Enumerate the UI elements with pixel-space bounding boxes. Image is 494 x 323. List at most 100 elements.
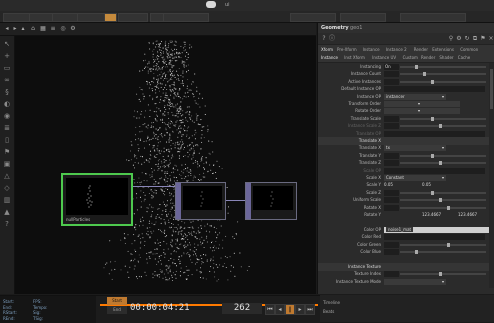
param-slider[interactable]	[400, 272, 486, 277]
close-icon[interactable]: ×	[488, 36, 494, 42]
param-value-field[interactable]	[384, 249, 399, 255]
param-tab[interactable]: Inst Xform	[344, 54, 365, 61]
help-icon[interactable]: ?	[321, 36, 327, 42]
menu-item-6[interactable]	[118, 13, 148, 22]
slider-knob[interactable]	[431, 190, 434, 195]
flag-icon[interactable]: ⚑	[480, 36, 486, 42]
grid-icon[interactable]: ▦	[40, 26, 46, 32]
slider-knob[interactable]	[447, 242, 450, 247]
param-value-z[interactable]	[458, 182, 488, 188]
param-dropdown[interactable]: instancer ▾	[384, 93, 446, 100]
add-op-icon[interactable]: +	[3, 52, 11, 60]
slider-knob[interactable]	[431, 116, 434, 121]
param-value-field[interactable]	[384, 271, 399, 278]
param-tab[interactable]: Instance	[321, 54, 338, 61]
param-dropdown[interactable]: Constant ▾	[384, 175, 446, 181]
start-button[interactable]: Start	[107, 297, 127, 305]
menu-item-1[interactable]	[3, 13, 31, 22]
slider-knob[interactable]	[415, 65, 418, 69]
param-value-field[interactable]	[384, 115, 399, 122]
node-icon[interactable]: ◇	[3, 184, 11, 192]
refresh-icon[interactable]: ↻	[464, 36, 470, 42]
rewind-icon[interactable]: ⏮	[265, 304, 275, 315]
param-value-z[interactable]: 123.4667	[458, 212, 488, 218]
slider-knob[interactable]	[431, 79, 434, 84]
param-dropdown-2[interactable]	[422, 101, 460, 107]
slider-knob[interactable]	[439, 198, 442, 203]
node-nullparticles[interactable]: nullParticles	[61, 173, 133, 226]
param-value-field[interactable]	[384, 71, 399, 78]
param-value-y[interactable]: 123.4667	[422, 212, 452, 218]
node-3-input-port[interactable]	[246, 183, 251, 219]
comment-icon[interactable]: ▭	[3, 64, 11, 72]
perform-icon[interactable]: ▲	[3, 208, 11, 216]
menu-item-10[interactable]	[340, 13, 386, 22]
python-icon[interactable]: §	[3, 88, 11, 96]
timecode-display[interactable]: 00:00:04:21	[130, 303, 208, 314]
warning-icon[interactable]: △	[3, 172, 11, 180]
scrollbar-thumb[interactable]	[490, 69, 493, 109]
param-slider[interactable]	[400, 79, 486, 84]
param-value-x[interactable]	[384, 212, 414, 218]
step-back-icon[interactable]: ◂	[275, 304, 285, 315]
list-icon[interactable]: ≡	[50, 26, 56, 32]
arrow-left-icon[interactable]: ◂	[4, 26, 10, 32]
param-tab[interactable]: Shader	[439, 54, 453, 61]
param-value-field[interactable]	[384, 241, 399, 248]
param-value-field[interactable]: On	[384, 64, 399, 70]
param-value-field[interactable]	[384, 197, 399, 204]
gear-icon[interactable]: ⚙	[456, 36, 462, 42]
menu-item-9[interactable]	[290, 13, 336, 22]
param-tab[interactable]: Render	[421, 54, 435, 61]
copy-icon[interactable]: ⧉	[472, 36, 478, 42]
network-editor[interactable]: nullParticles	[15, 36, 316, 294]
menu-item-11[interactable]	[400, 13, 466, 22]
param-tab[interactable]: Instance UV	[372, 54, 396, 61]
param-dropdown[interactable]: ▾	[384, 278, 446, 285]
slider-knob[interactable]	[439, 272, 442, 277]
param-slider[interactable]	[400, 65, 486, 69]
slider-knob[interactable]	[431, 153, 434, 158]
up-icon[interactable]: ▴	[20, 26, 26, 32]
node-2[interactable]	[175, 182, 226, 220]
param-value-field[interactable]	[384, 160, 399, 167]
param-slider[interactable]	[400, 153, 486, 158]
param-slider[interactable]	[400, 116, 486, 121]
info-icon[interactable]: ⓘ	[329, 36, 335, 42]
param-value-x[interactable]: 0.05	[384, 182, 414, 188]
param-dropdown[interactable]: ▾	[384, 108, 422, 115]
param-tab[interactable]: Common	[460, 46, 478, 53]
param-slider[interactable]	[400, 72, 486, 77]
param-dropdown[interactable]: tx ▾	[384, 145, 446, 152]
chart-icon[interactable]: ▥	[3, 196, 11, 204]
param-tab[interactable]: Render	[414, 46, 428, 53]
eye-icon[interactable]: ◉	[3, 112, 11, 120]
slider-knob[interactable]	[439, 124, 442, 129]
link-icon[interactable]: ∞	[3, 76, 11, 84]
param-text-field[interactable]	[384, 86, 485, 93]
parameter-scrollbar[interactable]	[489, 63, 494, 288]
param-value-field[interactable]	[384, 78, 399, 85]
node-3[interactable]	[245, 182, 297, 220]
param-slider[interactable]	[400, 190, 486, 195]
op-name-label[interactable]: geo1	[350, 25, 363, 31]
arrow-right-icon[interactable]: ▸	[12, 26, 18, 32]
gear-icon[interactable]: ⚙	[70, 26, 76, 32]
param-tab[interactable]: Cache	[458, 54, 470, 61]
param-tab[interactable]: Custom	[403, 54, 418, 61]
menu-item-7[interactable]	[150, 13, 164, 22]
menu-item-8[interactable]	[163, 13, 209, 22]
palette-icon[interactable]: ◐	[3, 100, 11, 108]
param-tab[interactable]: Instance 2	[386, 46, 407, 53]
param-slider[interactable]	[400, 205, 486, 210]
layers-icon[interactable]: ≣	[3, 124, 11, 132]
param-tab[interactable]: Extensions	[432, 46, 454, 53]
param-text-field[interactable]	[384, 234, 485, 241]
param-slider[interactable]	[400, 198, 486, 203]
frame-field[interactable]: 262	[222, 303, 262, 314]
pin-icon[interactable]: ⚲	[448, 36, 454, 42]
home-icon[interactable]: ⌂	[30, 26, 36, 32]
param-op-field[interactable]: noise1_mat	[384, 226, 494, 233]
param-dropdown-2[interactable]	[422, 108, 460, 115]
forward-icon[interactable]: ⏭	[305, 304, 315, 315]
